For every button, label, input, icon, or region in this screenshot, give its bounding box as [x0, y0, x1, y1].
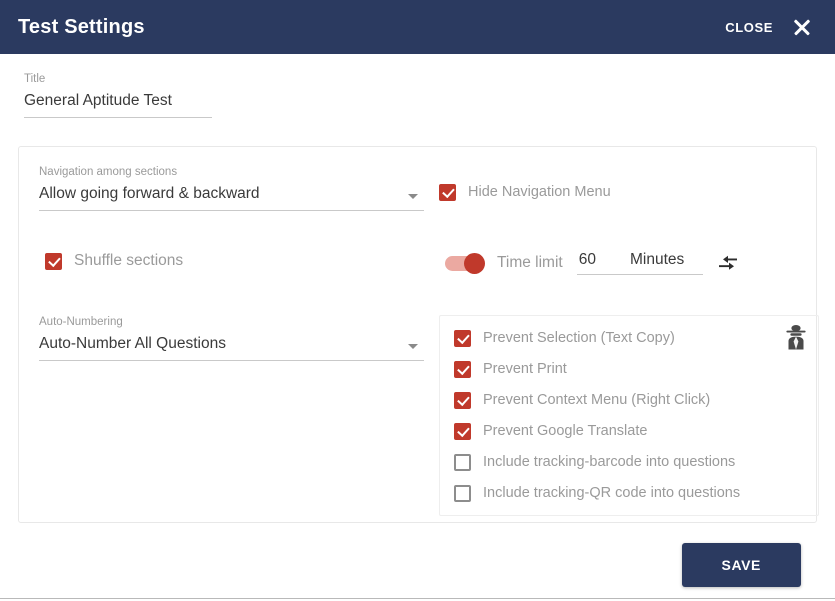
checkbox-prevent-context-menu[interactable]: Prevent Context Menu (Right Click) [454, 390, 804, 410]
time-limit-row: Time limit 60 Minutes [445, 251, 796, 275]
time-limit-unit[interactable]: Minutes [630, 251, 684, 269]
checkbox-label: Prevent Print [483, 361, 567, 377]
time-limit-label: Time limit [497, 254, 563, 271]
navigation-select[interactable]: Allow going forward & backward [39, 180, 424, 211]
shuffle-sections-group: Shuffle sections [39, 251, 445, 271]
title-input[interactable]: General Aptitude Test [24, 87, 212, 118]
checkbox-icon-checked[interactable] [454, 391, 471, 409]
title-field-label: Title [24, 73, 46, 85]
checkbox-icon-unchecked[interactable] [454, 453, 471, 471]
checkbox-icon-checked[interactable] [439, 183, 456, 201]
bottom-divider [0, 598, 835, 599]
auto-numbering-group: Auto-Numbering Auto-Number All Questions [39, 315, 439, 361]
time-limit-toggle[interactable] [445, 252, 485, 274]
checkbox-include-tracking-barcode[interactable]: Include tracking-barcode into questions [454, 452, 804, 472]
navigation-row: Navigation among sections Allow going fo… [39, 165, 796, 211]
auto-numbering-select-value: Auto-Number All Questions [39, 330, 424, 361]
checkbox-label: Prevent Google Translate [483, 423, 648, 439]
close-button-label[interactable]: CLOSE [725, 20, 773, 35]
security-options-box: Prevent Selection (Text Copy) Prevent Pr… [439, 315, 819, 516]
checkbox-label: Include tracking-QR code into questions [483, 485, 741, 501]
auto-numbering-select[interactable]: Auto-Number All Questions [39, 330, 424, 361]
checkbox-prevent-google-translate[interactable]: Prevent Google Translate [454, 421, 804, 441]
checkbox-icon-unchecked[interactable] [454, 484, 471, 502]
time-limit-input-wrap[interactable]: 60 Minutes [576, 251, 703, 275]
checkbox-prevent-print[interactable]: Prevent Print [454, 359, 804, 379]
title-field-group: Title General Aptitude Test [24, 72, 212, 118]
navigation-select-label: Navigation among sections [39, 166, 178, 178]
checkbox-icon-checked[interactable] [454, 422, 471, 440]
titlebar-actions: CLOSE [725, 16, 813, 38]
save-button[interactable]: SAVE [681, 543, 801, 587]
autonumbering-security-row: Auto-Numbering Auto-Number All Questions [39, 315, 819, 516]
security-options-group: Prevent Selection (Text Copy) Prevent Pr… [439, 315, 819, 516]
chevron-down-icon [408, 344, 418, 349]
checkbox-icon-checked[interactable] [454, 360, 471, 378]
navigation-select-value: Allow going forward & backward [39, 180, 424, 211]
checkbox-include-tracking-qr[interactable]: Include tracking-QR code into questions [454, 483, 804, 503]
checkbox-shuffle-sections[interactable]: Shuffle sections [45, 251, 445, 271]
checkbox-label: Prevent Context Menu (Right Click) [483, 392, 711, 408]
checkbox-hide-navigation-menu[interactable]: Hide Navigation Menu [439, 182, 796, 202]
checkbox-prevent-selection[interactable]: Prevent Selection (Text Copy) [454, 328, 804, 348]
checkbox-label: Include tracking-barcode into questions [483, 454, 736, 470]
security-options-list: Prevent Selection (Text Copy) Prevent Pr… [454, 328, 804, 503]
checkbox-icon-checked[interactable] [454, 329, 471, 347]
dialog-footer: SAVE [18, 543, 817, 587]
auto-numbering-label: Auto-Numbering [39, 316, 123, 328]
spy-icon [784, 324, 808, 350]
settings-panel: Navigation among sections Allow going fo… [18, 146, 819, 523]
dialog-titlebar: Test Settings CLOSE [0, 0, 835, 54]
page-title: Test Settings [18, 15, 145, 38]
time-limit-group: Time limit 60 Minutes [445, 251, 796, 275]
time-limit-value[interactable]: 60 [579, 251, 596, 269]
chevron-down-icon [408, 194, 418, 199]
close-icon[interactable] [791, 16, 813, 38]
hide-navigation-menu-group: Hide Navigation Menu [439, 165, 796, 202]
checkbox-label: Shuffle sections [74, 252, 184, 269]
navigation-select-group: Navigation among sections Allow going fo… [39, 165, 439, 211]
checkbox-label: Hide Navigation Menu [468, 184, 611, 200]
shuffle-timelimit-row: Shuffle sections Time limit 60 Minutes [39, 251, 796, 275]
checkbox-label: Prevent Selection (Text Copy) [483, 330, 675, 346]
checkbox-icon-checked[interactable] [45, 252, 62, 270]
collapse-arrows-icon[interactable] [717, 253, 739, 273]
toggle-knob [464, 252, 485, 274]
dialog-body: Title General Aptitude Test Navigation a… [0, 72, 835, 587]
